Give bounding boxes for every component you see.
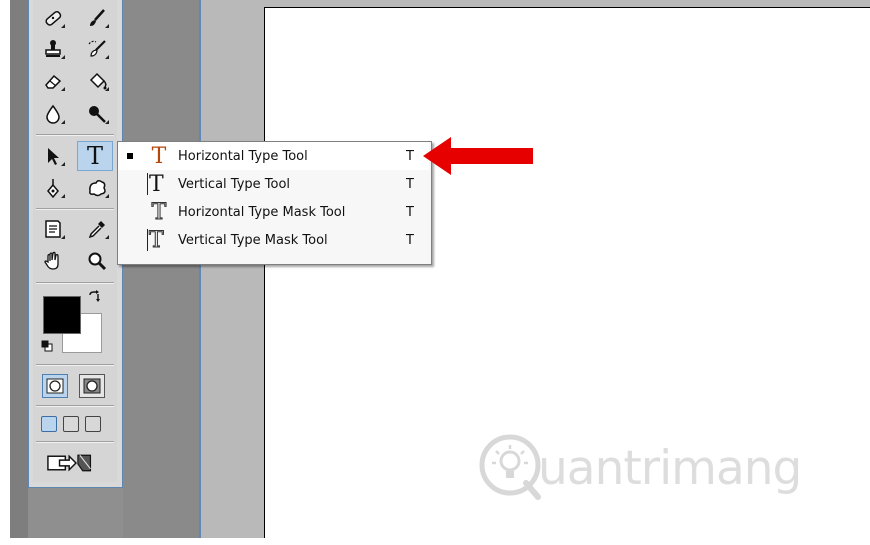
quick-mask-mode-button[interactable]	[79, 374, 105, 398]
standard-screen-mode-button[interactable]	[41, 416, 57, 432]
toolbox-divider	[36, 282, 114, 284]
menu-item-shortcut: T	[406, 204, 414, 220]
eyedropper-tool[interactable]	[82, 216, 112, 242]
history-brush-tool[interactable]	[82, 36, 112, 62]
full-screen-mode-button[interactable]	[85, 416, 101, 432]
menu-item-shortcut: T	[406, 232, 414, 248]
healing-brush-tool[interactable]	[38, 5, 68, 31]
menu-item-vertical-type-mask-tool[interactable]: T Vertical Type Mask Tool T	[118, 226, 429, 254]
quick-mask-icon	[83, 378, 101, 394]
custom-shape-tool[interactable]	[82, 175, 112, 201]
menu-item-horizontal-type-tool[interactable]: T Horizontal Type Tool T	[118, 142, 429, 170]
current-tool-bullet	[127, 153, 133, 159]
path-selection-tool[interactable]	[38, 143, 68, 169]
type-tool[interactable]: T	[77, 141, 113, 171]
pen-tool[interactable]	[38, 175, 68, 201]
document-window-edge	[199, 0, 201, 545]
blur-tool[interactable]	[38, 101, 68, 127]
type-t-icon: T	[86, 142, 103, 170]
toolbox-divider	[36, 405, 114, 407]
brush-tool[interactable]	[82, 5, 112, 31]
quantrimang-logo-icon	[479, 434, 541, 500]
foreground-color-swatch[interactable]	[43, 296, 81, 334]
standard-mode-button[interactable]	[42, 374, 68, 398]
zoom-tool[interactable]	[82, 248, 112, 274]
standard-mode-icon	[46, 378, 64, 394]
toolbox-divider	[36, 208, 114, 210]
notes-tool[interactable]	[38, 216, 68, 242]
menu-item-shortcut: T	[406, 176, 414, 192]
horizontal-type-icon: T	[151, 143, 167, 169]
menu-item-label: Vertical Type Mask Tool	[178, 232, 328, 248]
red-arrow-icon	[423, 137, 533, 175]
jump-to-icon	[47, 454, 92, 472]
panel-gap	[123, 0, 201, 538]
menu-item-horizontal-type-mask-tool[interactable]: T Horizontal Type Mask Tool T	[118, 198, 429, 226]
hand-icon	[44, 251, 59, 270]
clone-stamp-tool[interactable]	[38, 36, 68, 62]
default-colors-icon[interactable]	[41, 340, 53, 352]
bottom-margin	[0, 538, 870, 545]
hand-tool[interactable]	[38, 248, 68, 274]
watermark-text: uantrimang	[538, 441, 802, 496]
dodge-tool[interactable]	[82, 101, 112, 127]
menu-item-shortcut: T	[406, 148, 414, 164]
toolbox-divider	[36, 364, 114, 366]
vertical-type-mask-icon: T	[147, 227, 164, 253]
menu-item-label: Horizontal Type Tool	[178, 148, 308, 164]
jump-to-imageready-button[interactable]	[44, 450, 106, 476]
toolbox-divider	[36, 134, 114, 136]
full-screen-menu-mode-button[interactable]	[63, 416, 79, 432]
left-strip	[10, 0, 28, 538]
horizontal-type-mask-icon: T	[151, 199, 167, 225]
menu-item-label: Horizontal Type Mask Tool	[178, 204, 346, 220]
menu-item-vertical-type-tool[interactable]: T Vertical Type Tool T	[118, 170, 429, 198]
swap-colors-icon[interactable]	[87, 290, 101, 304]
quantrimang-watermark: uantrimang	[476, 425, 806, 525]
type-tool-flyout-menu: T Horizontal Type Tool T T Vertical Type…	[117, 141, 432, 265]
eraser-tool[interactable]	[38, 68, 68, 94]
menu-item-label: Vertical Type Tool	[178, 176, 291, 192]
vertical-type-icon: T	[147, 171, 164, 197]
zoom-icon	[88, 252, 107, 271]
toolbox-divider	[36, 441, 114, 443]
paint-bucket-tool[interactable]	[82, 68, 112, 94]
